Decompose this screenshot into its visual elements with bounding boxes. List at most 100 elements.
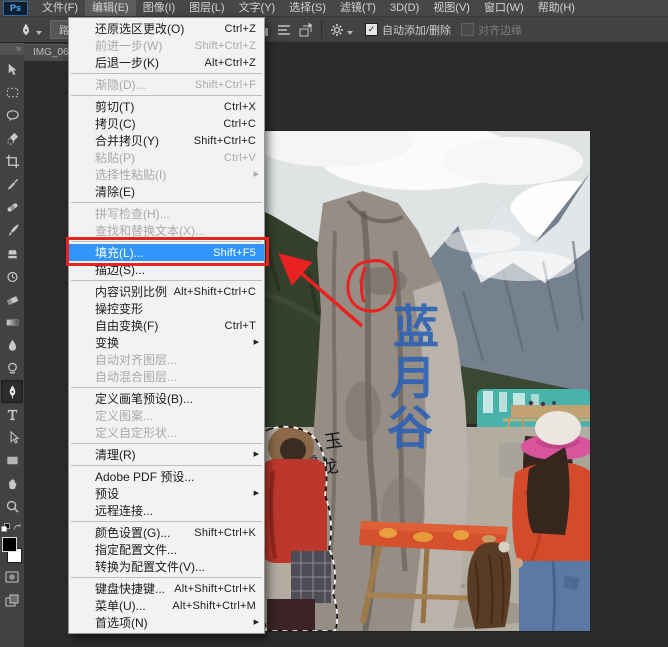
menu-item[interactable]: 指定配置文件... xyxy=(69,541,264,558)
menubar-item[interactable]: 帮助(H) xyxy=(531,0,582,16)
path-arrangement-icon[interactable] xyxy=(298,22,314,38)
screen-mode-icon[interactable] xyxy=(4,593,20,609)
shape-tool[interactable] xyxy=(1,449,23,472)
direct-select-tool[interactable] xyxy=(1,426,23,449)
menu-item[interactable]: 剪切(T)Ctrl+X xyxy=(69,98,264,115)
marquee-tool-icon xyxy=(5,85,20,100)
default-colors-icon[interactable] xyxy=(1,523,10,532)
quick-mask-icon[interactable] xyxy=(4,569,20,585)
menu-item-label: 首选项(N) xyxy=(95,614,148,631)
menubar-item[interactable]: 文件(F) xyxy=(35,0,85,16)
crop-tool-icon xyxy=(5,154,20,169)
menubar-item[interactable]: 文字(Y) xyxy=(232,0,283,16)
menu-item[interactable]: 远程连接... xyxy=(69,502,264,519)
menu-item[interactable]: 操控变形 xyxy=(69,300,264,317)
menu-item-label: 剪切(T) xyxy=(95,98,134,115)
menubar-item[interactable]: 滤镜(T) xyxy=(333,0,383,16)
menu-separator xyxy=(71,465,262,466)
menu-item[interactable]: 菜单(U)...Alt+Shift+Ctrl+M xyxy=(69,597,264,614)
menubar-item[interactable]: 窗口(W) xyxy=(477,0,531,16)
menubar-item[interactable]: 图像(I) xyxy=(136,0,182,16)
menu-item[interactable]: 颜色设置(G)...Shift+Ctrl+K xyxy=(69,524,264,541)
menu-item[interactable]: 变换▶ xyxy=(69,334,264,351)
menu-item-shortcut: Shift+Ctrl+F xyxy=(195,79,256,91)
menu-separator xyxy=(71,241,262,242)
healing-brush-tool[interactable] xyxy=(1,196,23,219)
lasso-tool[interactable] xyxy=(1,104,23,127)
menu-item[interactable]: 还原选区更改(O)Ctrl+Z xyxy=(69,20,264,37)
brush-tool[interactable] xyxy=(1,219,23,242)
menu-item[interactable]: 预设▶ xyxy=(69,485,264,502)
photoshop-logo: Ps xyxy=(3,1,28,16)
menu-item-shortcut: Alt+Shift+Ctrl+M xyxy=(172,600,256,612)
menubar-item[interactable]: 视图(V) xyxy=(426,0,477,16)
tool-preset-caret-icon[interactable] xyxy=(36,31,42,35)
menu-item[interactable]: 转换为配置文件(V)... xyxy=(69,558,264,575)
menubar-items: 文件(F)编辑(E)图像(I)图层(L)文字(Y)选择(S)滤镜(T)3D(D)… xyxy=(35,0,582,16)
history-brush-tool-icon xyxy=(5,269,20,284)
zoom-tool[interactable] xyxy=(1,495,23,518)
eraser-tool-icon xyxy=(5,292,20,307)
menu-item[interactable]: 合并拷贝(Y)Shift+Ctrl+C xyxy=(69,132,264,149)
menu-item[interactable]: 内容识别比例Alt+Shift+Ctrl+C xyxy=(69,283,264,300)
pen-tool[interactable] xyxy=(1,380,23,403)
menu-item-label: 清除(E) xyxy=(95,183,135,200)
menu-item[interactable]: 键盘快捷键...Alt+Shift+Ctrl+K xyxy=(69,580,264,597)
type-tool[interactable] xyxy=(1,403,23,426)
menu-item: 定义图案... xyxy=(69,407,264,424)
eyedropper-tool-icon xyxy=(5,177,20,192)
eraser-tool[interactable] xyxy=(1,288,23,311)
menu-item[interactable]: 首选项(N) ▶ xyxy=(69,614,264,631)
quick-select-tool[interactable] xyxy=(1,127,23,150)
swap-colors-icon[interactable] xyxy=(12,523,23,532)
foreground-color-swatch[interactable] xyxy=(2,537,17,552)
path-alignment-icon[interactable] xyxy=(276,22,292,38)
auto-add-delete-checkbox[interactable]: ✓ 自动添加/删除 xyxy=(365,22,451,38)
menu-item[interactable]: 后退一步(K)Alt+Ctrl+Z xyxy=(69,54,264,71)
menubar-item[interactable]: 图层(L) xyxy=(182,0,231,16)
menu-item[interactable]: 清除(E) xyxy=(69,183,264,200)
clone-stamp-tool[interactable] xyxy=(1,242,23,265)
align-edges-checkbox[interactable]: 对齐边缘 xyxy=(461,22,522,38)
marquee-tool[interactable] xyxy=(1,81,23,104)
collapse-panel-icon[interactable]: » xyxy=(0,43,24,55)
menu-item-label: 转换为配置文件(V)... xyxy=(95,558,205,575)
menu-item-label: 定义画笔预设(B)... xyxy=(95,390,193,407)
menu-item[interactable]: 填充(L)...Shift+F5 xyxy=(69,244,264,261)
menu-item-label: 粘贴(P) xyxy=(95,149,135,166)
blur-tool[interactable] xyxy=(1,334,23,357)
menu-item[interactable]: 拷贝(C)Ctrl+C xyxy=(69,115,264,132)
gradient-tool-icon xyxy=(5,315,20,330)
menu-item-label: 描边(S)... xyxy=(95,261,145,278)
menu-item[interactable]: 清理(R)▶ xyxy=(69,446,264,463)
menu-separator xyxy=(71,387,262,388)
menu-item[interactable]: 描边(S)... xyxy=(69,261,264,278)
gear-caret-icon[interactable] xyxy=(347,31,353,35)
dodge-tool[interactable] xyxy=(1,357,23,380)
menu-separator xyxy=(71,577,262,578)
menu-item-shortcut: Alt+Shift+Ctrl+C xyxy=(174,286,256,298)
gradient-tool[interactable] xyxy=(1,311,23,334)
menu-item[interactable]: 定义画笔预设(B)... xyxy=(69,390,264,407)
gear-icon[interactable] xyxy=(329,22,345,38)
submenu-arrow-icon: ▶ xyxy=(254,619,259,627)
menu-item-label: 远程连接... xyxy=(95,502,153,519)
hand-tool[interactable] xyxy=(1,472,23,495)
crop-tool[interactable] xyxy=(1,150,23,173)
menu-item[interactable]: 自由变换(F)Ctrl+T xyxy=(69,317,264,334)
menu-item-label: 查找和替换文本(X)... xyxy=(95,222,205,239)
menu-item: 自动对齐图层... xyxy=(69,351,264,368)
menu-item-shortcut: Ctrl+C xyxy=(223,118,256,130)
eyedropper-tool[interactable] xyxy=(1,173,23,196)
menubar-item[interactable]: 编辑(E) xyxy=(85,0,136,16)
submenu-arrow-icon: ▶ xyxy=(254,451,259,459)
menubar-item[interactable]: 3D(D) xyxy=(383,0,426,16)
menubar-item[interactable]: 选择(S) xyxy=(282,0,333,16)
pen-tool-icon[interactable] xyxy=(18,22,34,38)
lasso-tool-icon xyxy=(5,108,20,123)
move-tool[interactable] xyxy=(1,58,23,81)
stone-text-blue-char: 谷 xyxy=(387,401,433,455)
history-brush-tool[interactable] xyxy=(1,265,23,288)
photoshop-canvas[interactable]: 蓝 月 谷 玉 龙 雪 山 xyxy=(213,131,590,631)
menu-item[interactable]: Adobe PDF 预设... xyxy=(69,468,264,485)
